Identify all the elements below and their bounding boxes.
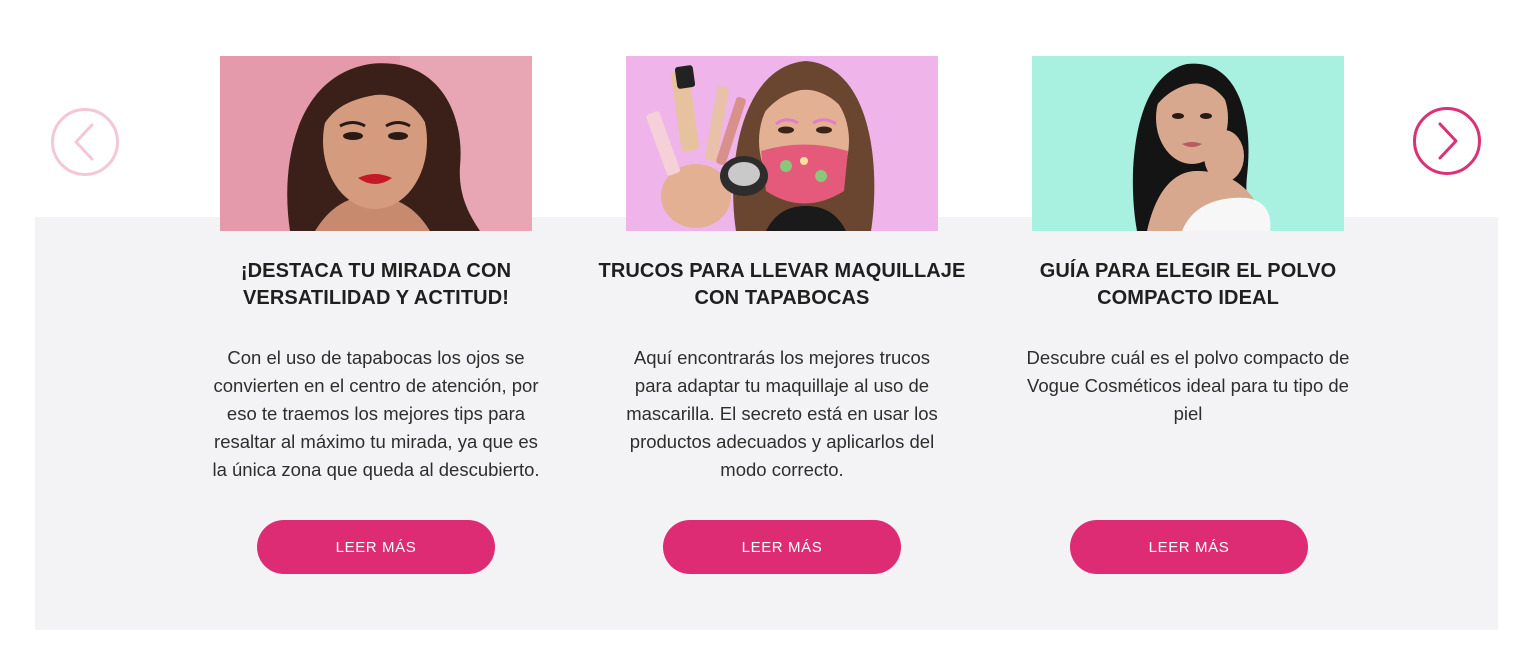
article-image-2[interactable] (626, 56, 938, 231)
chevron-right-icon (1438, 122, 1458, 160)
article-image-3[interactable] (1032, 56, 1344, 231)
article-title-1: ¡DESTACA TU MIRADA CON VERSATILIDAD Y AC… (240, 260, 512, 309)
carousel-next-button[interactable] (1413, 107, 1481, 175)
article-description-1: Con el uso de tapabocas los ojos se conv… (212, 347, 540, 480)
article-description-3: Descubre cuál es el polvo compacto de Vo… (1026, 347, 1350, 424)
article-card-3: GUÍA PARA ELEGIR EL POLVO COMPACTO IDEAL… (1027, 56, 1349, 574)
read-more-button-1[interactable]: LEER MÁS (257, 520, 495, 574)
article-image-1[interactable] (220, 56, 532, 231)
article-card-2: TRUCOS PARA LLEVAR MAQUILLAJE CON TAPABO… (599, 56, 965, 574)
article-title-2: TRUCOS PARA LLEVAR MAQUILLAJE CON TAPABO… (598, 260, 966, 309)
read-more-button-3[interactable]: LEER MÁS (1070, 520, 1308, 574)
read-more-button-2[interactable]: LEER MÁS (663, 520, 901, 574)
article-card-1: ¡DESTACA TU MIRADA CON VERSATILIDAD Y AC… (212, 56, 540, 574)
article-title-3: GUÍA PARA ELEGIR EL POLVO COMPACTO IDEAL (1039, 260, 1337, 309)
chevron-left-icon (74, 123, 94, 161)
carousel-prev-button[interactable] (51, 108, 119, 176)
article-description-2: Aquí encontrarás los mejores trucos para… (626, 347, 938, 480)
